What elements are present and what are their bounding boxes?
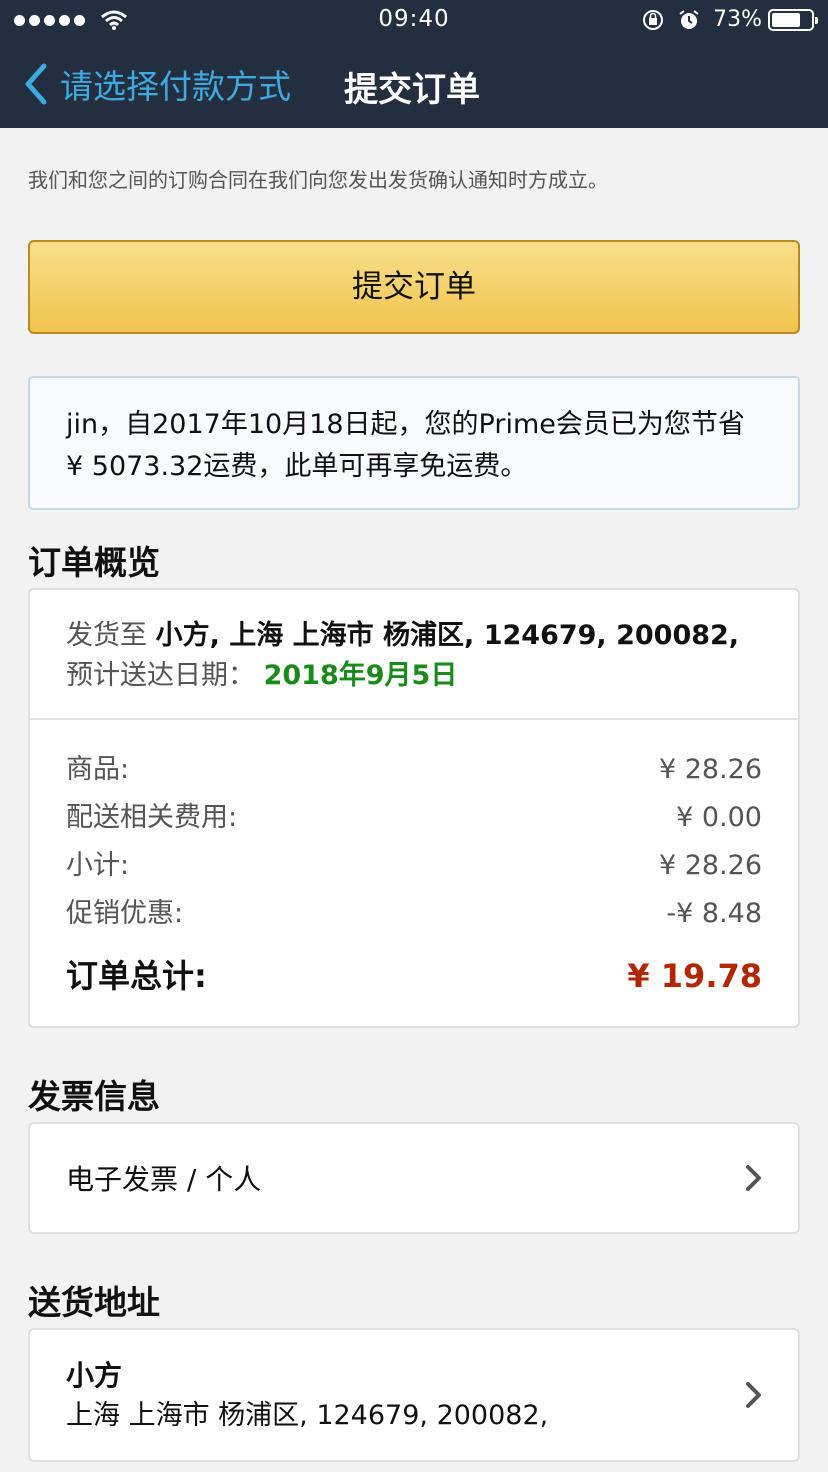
address-name: 小方 (66, 1359, 123, 1392)
ship-to-label: 发货至 (66, 620, 147, 651)
battery-fill (772, 12, 800, 27)
order-total-value: ¥ 19.78 (627, 957, 762, 995)
summary-value: ¥ 28.26 (658, 850, 762, 881)
invoice-section-title: 发票信息 (28, 1077, 160, 1116)
page-title: 提交订单 (344, 70, 480, 110)
chevron-right-icon (746, 1382, 761, 1408)
summary-label: 促销优惠: (66, 898, 184, 929)
order-summary: 商品: ¥ 28.26 配送相关费用: ¥ 0.00 小计: ¥ 28.26 促… (30, 720, 798, 1000)
shipping-address-title: 送货地址 (28, 1283, 160, 1322)
eta-value: 2018年9月5日 (263, 660, 458, 691)
invoice-row[interactable]: 电子发票 / 个人 (28, 1122, 800, 1234)
shipping-address-row[interactable]: 小方 上海 上海市 杨浦区, 124679, 200082, (28, 1328, 800, 1462)
back-chevron-icon (25, 63, 47, 105)
eta-label: 预计送达日期： (66, 660, 255, 691)
order-total-row: 订单总计: ¥ 19.78 (66, 952, 762, 1000)
battery-icon (768, 8, 818, 31)
alarm-icon (679, 9, 699, 29)
order-total-label: 订单总计: (66, 957, 207, 995)
summary-value: ¥ 28.26 (658, 754, 762, 785)
ship-to-value: 小方, 上海 上海市 杨浦区, 124679, 200082, (155, 620, 740, 651)
prime-savings-message: jin，自2017年10月18日起，您的Prime会员已为您节省¥ 5073.3… (28, 376, 800, 510)
summary-label: 商品: (66, 754, 130, 785)
status-bar: 09:40 73% (0, 0, 828, 42)
summary-value: ¥ 0.00 (676, 802, 762, 833)
submit-order-button[interactable]: 提交订单 (28, 240, 800, 334)
contract-notice: 我们和您之间的订购合同在我们向您发出发货确认通知时方成立。 (28, 168, 608, 192)
summary-row-items: 商品: ¥ 28.26 (66, 746, 762, 794)
orientation-lock-icon (643, 9, 664, 30)
address-block: 小方 上海 上海市 杨浦区, 124679, 200082, (66, 1355, 548, 1435)
chevron-right-icon (746, 1165, 761, 1191)
order-overview-title: 订单概览 (28, 543, 160, 582)
summary-label: 小计: (66, 850, 130, 881)
summary-row-subtotal: 小计: ¥ 28.26 (66, 842, 762, 890)
battery-percent: 73% (713, 7, 762, 32)
order-overview-card: 发货至 小方, 上海 上海市 杨浦区, 124679, 200082, 预计送达… (28, 588, 800, 1028)
invoice-value: 电子发票 / 个人 (66, 1163, 262, 1196)
address-line: 上海 上海市 杨浦区, 124679, 200082, (66, 1400, 549, 1431)
summary-label: 配送相关费用: (66, 802, 238, 833)
summary-row-shipping: 配送相关费用: ¥ 0.00 (66, 794, 762, 842)
shipping-info: 发货至 小方, 上海 上海市 杨浦区, 124679, 200082, 预计送达… (30, 590, 798, 720)
back-button[interactable]: 请选择付款方式 (22, 60, 291, 108)
navigation-bar: 请选择付款方式 提交订单 (0, 42, 828, 128)
summary-value: -¥ 8.48 (666, 898, 762, 929)
back-button-label: 请选择付款方式 (60, 67, 291, 106)
summary-row-promotion: 促销优惠: -¥ 8.48 (66, 890, 762, 938)
